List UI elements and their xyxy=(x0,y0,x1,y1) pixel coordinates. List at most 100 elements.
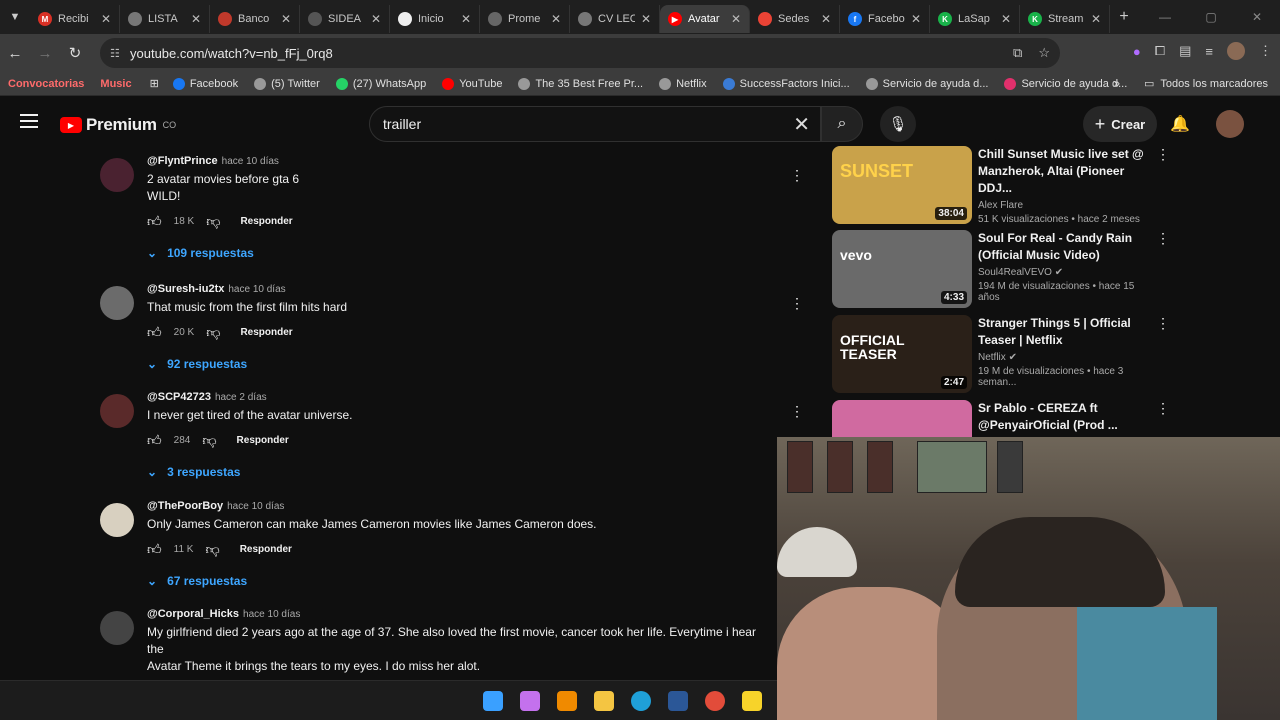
tab-search-icon[interactable]: ▼ xyxy=(0,0,30,34)
video-menu-icon[interactable]: ⋮ xyxy=(1156,230,1170,247)
dislike-icon[interactable]: 👎︎ xyxy=(202,432,216,449)
comment-avatar[interactable] xyxy=(100,503,134,537)
browser-tab[interactable]: f Facebo ✕ xyxy=(840,5,930,33)
bookmark-item[interactable]: (5) Twitter xyxy=(246,77,328,90)
user-avatar[interactable] xyxy=(1216,110,1244,138)
bookmark-item[interactable]: The 35 Best Free Pr... xyxy=(510,77,651,90)
comment-avatar[interactable] xyxy=(100,286,134,320)
chrome-icon[interactable] xyxy=(705,691,725,711)
install-app-icon[interactable]: ⧉ xyxy=(1013,45,1022,61)
minimize-icon[interactable]: — xyxy=(1142,0,1188,34)
video-menu-icon[interactable]: ⋮ xyxy=(1156,146,1170,163)
browser-tab[interactable]: LISTA ✕ xyxy=(120,5,210,33)
sticky-notes-icon[interactable] xyxy=(742,691,762,711)
replies-toggle[interactable]: ⌄ 3 respuestas xyxy=(147,465,767,479)
comment-time[interactable]: hace 10 días xyxy=(243,609,300,620)
bookmark-item[interactable]: Convocatorias xyxy=(0,78,92,90)
close-window-icon[interactable]: ✕ xyxy=(1234,0,1280,34)
video-title[interactable]: Stranger Things 5 | Official Teaser | Ne… xyxy=(978,315,1152,349)
video-menu-icon[interactable]: ⋮ xyxy=(1156,315,1170,332)
tab-close-icon[interactable]: ✕ xyxy=(551,12,561,26)
back-icon[interactable]: ← xyxy=(0,45,30,62)
like-icon[interactable]: 👍︎ xyxy=(147,324,162,341)
browser-tab[interactable]: Inicio ✕ xyxy=(390,5,480,33)
vlc-icon[interactable] xyxy=(557,691,577,711)
browser-tab[interactable]: Banco ✕ xyxy=(210,5,300,33)
browser-tab[interactable]: SIDEA ✕ xyxy=(300,5,390,33)
media-controls-icon[interactable]: ≡ xyxy=(1205,44,1213,59)
bookmark-item[interactable]: (27) WhatsApp xyxy=(328,77,434,90)
video-title[interactable]: Soul For Real - Candy Rain (Official Mus… xyxy=(978,230,1152,264)
tab-close-icon[interactable]: ✕ xyxy=(101,12,111,26)
search-input[interactable]: trailler ✕ xyxy=(369,106,821,142)
new-tab-button[interactable]: + xyxy=(1110,8,1138,26)
clear-search-icon[interactable]: ✕ xyxy=(793,112,810,137)
tab-close-icon[interactable]: ✕ xyxy=(641,12,651,26)
site-info-icon[interactable]: ☷ xyxy=(110,47,120,60)
bookmarks-overflow-icon[interactable]: » xyxy=(1114,78,1120,90)
replies-toggle[interactable]: ⌄ 92 respuestas xyxy=(147,357,767,371)
tab-close-icon[interactable]: ✕ xyxy=(461,12,471,26)
windows-start-icon[interactable] xyxy=(483,691,503,711)
comment-avatar[interactable] xyxy=(100,611,134,645)
video-channel[interactable]: Alex Flare xyxy=(978,200,1152,211)
comment-author[interactable]: @SCP42723 xyxy=(147,391,211,403)
bookmark-item[interactable]: YouTube xyxy=(434,77,510,90)
browser-tab[interactable]: K LaSap ✕ xyxy=(930,5,1020,33)
dislike-icon[interactable]: 👎︎ xyxy=(206,213,220,230)
video-thumbnail[interactable]: vevo 4:33 xyxy=(832,230,972,308)
video-title[interactable]: Sr Pablo - CEREZA ft @PenyairOficial (Pr… xyxy=(978,400,1152,434)
file-explorer-icon[interactable] xyxy=(594,691,614,711)
word-icon[interactable] xyxy=(668,691,688,711)
comment-author[interactable]: @Corporal_Hicks xyxy=(147,608,239,620)
tab-close-icon[interactable]: ✕ xyxy=(911,12,921,26)
reply-button[interactable]: Responder xyxy=(237,435,289,446)
browser-tab[interactable]: CV LEC ✕ xyxy=(570,5,660,33)
profile-avatar[interactable] xyxy=(1227,42,1245,60)
bookmark-item[interactable]: SuccessFactors Inici... xyxy=(715,77,858,90)
like-icon[interactable]: 👍︎ xyxy=(147,213,162,230)
tab-close-icon[interactable]: ✕ xyxy=(821,12,831,26)
video-channel[interactable]: Netflix ✔ xyxy=(978,352,1152,363)
maximize-icon[interactable]: ▢ xyxy=(1188,0,1234,34)
youtube-logo[interactable]: ▶ Premium CO xyxy=(60,115,176,135)
bookmark-item[interactable]: Facebook xyxy=(165,77,246,90)
bookmark-item[interactable]: Servicio de ayuda d... xyxy=(858,77,997,90)
browser-tab[interactable]: K Stream ✕ xyxy=(1020,5,1110,33)
voice-search-button[interactable]: 🎙 xyxy=(880,106,916,142)
comment-menu-icon[interactable]: ⋮ xyxy=(790,295,804,312)
browser-tab[interactable]: Sedes ✕ xyxy=(750,5,840,33)
dislike-icon[interactable]: 👎︎ xyxy=(206,324,220,341)
replies-toggle[interactable]: ⌄ 67 respuestas xyxy=(147,574,767,588)
extensions-puzzle-icon[interactable]: ⧠ xyxy=(1155,43,1165,59)
chrome-menu-icon[interactable]: ⋮ xyxy=(1259,43,1272,59)
address-bar[interactable]: ☷ youtube.com/watch?v=nb_fFj_0rq8 ⧉ ☆ xyxy=(100,38,1060,68)
all-bookmarks[interactable]: » ▭ Todos los marcadores xyxy=(1114,77,1268,91)
bookmark-item[interactable]: Music xyxy=(92,78,139,90)
comment-menu-icon[interactable]: ⋮ xyxy=(790,167,804,184)
extension-icon[interactable]: ● xyxy=(1133,44,1141,59)
comment-author[interactable]: @Suresh-iu2tx xyxy=(147,283,224,295)
comment-author[interactable]: @ThePoorBoy xyxy=(147,500,223,512)
browser-tab[interactable]: M Recibi ✕ xyxy=(30,5,120,33)
comment-menu-icon[interactable]: ⋮ xyxy=(790,403,804,420)
comment-time[interactable]: hace 10 días xyxy=(227,501,284,512)
comment-time[interactable]: hace 2 días xyxy=(215,392,267,403)
video-title[interactable]: Chill Sunset Music live set @ Manzherok,… xyxy=(978,146,1152,197)
menu-icon[interactable] xyxy=(20,114,38,132)
tab-close-icon[interactable]: ✕ xyxy=(191,12,201,26)
video-menu-icon[interactable]: ⋮ xyxy=(1156,400,1170,417)
comment-author[interactable]: @FlyntPrince xyxy=(147,155,218,167)
reload-icon[interactable]: ↻ xyxy=(60,44,90,62)
apps-grid-icon[interactable]: ⊞ xyxy=(150,77,159,90)
edge-icon[interactable] xyxy=(631,691,651,711)
replies-toggle[interactable]: ⌄ 109 respuestas xyxy=(147,246,767,260)
bookmark-item[interactable]: Netflix xyxy=(651,77,715,90)
forward-icon[interactable]: → xyxy=(30,45,60,62)
dislike-icon[interactable]: 👎︎ xyxy=(205,541,219,558)
tab-close-icon[interactable]: ✕ xyxy=(281,12,291,26)
reply-button[interactable]: Responder xyxy=(240,327,292,338)
comment-avatar[interactable] xyxy=(100,158,134,192)
comment-time[interactable]: hace 10 días xyxy=(228,284,285,295)
tab-close-icon[interactable]: ✕ xyxy=(1001,12,1011,26)
